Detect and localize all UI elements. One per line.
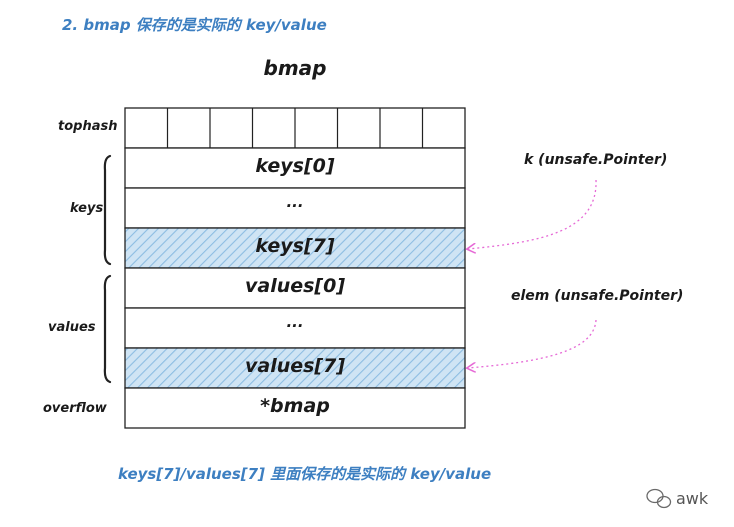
values-7-label: values[7] bbox=[244, 355, 346, 377]
values-ellipsis-label: ... bbox=[286, 313, 304, 331]
keys-ellipsis-label: ... bbox=[286, 193, 304, 211]
values-label: values bbox=[48, 320, 96, 335]
keys-7-label: keys[7] bbox=[255, 235, 335, 257]
tophash-label: tophash bbox=[58, 119, 118, 134]
values-brace bbox=[103, 274, 112, 384]
diagram-canvas bbox=[103, 107, 672, 509]
wechat-icon bbox=[646, 488, 672, 509]
key-pointer-annotation: k (unsafe.Pointer) bbox=[524, 152, 668, 168]
overflow-pointer-label: *bmap bbox=[260, 395, 330, 417]
overflow-label: overflow bbox=[43, 401, 107, 416]
keys-brace bbox=[103, 154, 112, 266]
keys-0-label: keys[0] bbox=[255, 155, 335, 177]
footnote: keys[7]/values[7] 里面保存的是实际的 key/value bbox=[118, 465, 492, 483]
keys-label: keys bbox=[70, 201, 104, 216]
heading: 2. bmap 保存的是实际的 key/value bbox=[62, 16, 327, 34]
elem-pointer-annotation: elem (unsafe.Pointer) bbox=[511, 288, 684, 304]
values-0-label: values[0] bbox=[244, 275, 346, 297]
watermark-text: awk bbox=[676, 489, 709, 508]
elem-pointer-arrow bbox=[468, 319, 597, 368]
key-pointer-arrow bbox=[468, 179, 597, 249]
diagram-title: bmap bbox=[263, 56, 327, 80]
